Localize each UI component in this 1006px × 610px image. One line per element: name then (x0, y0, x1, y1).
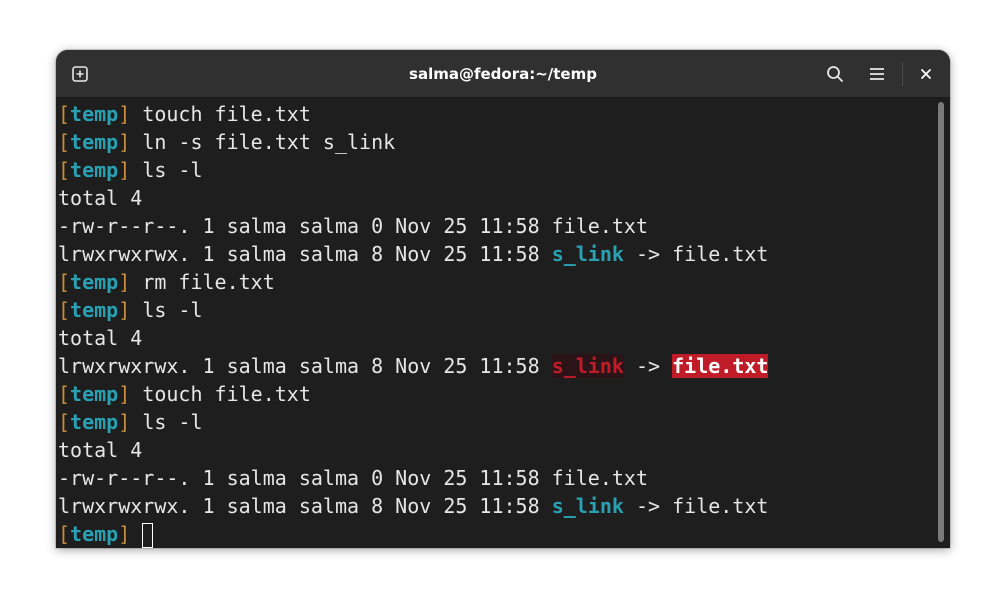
output-line: total 4 (58, 438, 143, 462)
prompt-bracket-close: ] (118, 298, 131, 322)
prompt-bracket-close: ] (118, 382, 131, 406)
prompt-directory: temp (70, 102, 119, 126)
prompt-line: [temp] touch file.txt (58, 380, 936, 408)
listing-prefix: lrwxrwxrwx. 1 salma salma 8 Nov 25 11:58 (58, 242, 552, 266)
prompt-bracket-open: [ (58, 522, 71, 546)
prompt-bracket-open: [ (58, 102, 71, 126)
output-line: lrwxrwxrwx. 1 salma salma 8 Nov 25 11:58… (58, 352, 936, 380)
close-icon (921, 69, 931, 79)
symlink-arrow: -> (623, 354, 673, 378)
prompt-bracket-open: [ (58, 158, 71, 182)
prompt-bracket-open: [ (58, 410, 71, 434)
missing-symlink-target: file.txt (672, 354, 769, 378)
prompt-bracket-open: [ (58, 130, 71, 154)
symlink-name: s_link (551, 242, 624, 266)
prompt-line: [temp] touch file.txt (58, 100, 936, 128)
output-line: lrwxrwxrwx. 1 salma salma 8 Nov 25 11:58… (58, 240, 936, 268)
symlink-arrow: -> (623, 494, 673, 518)
search-button[interactable] (823, 62, 847, 86)
command-text: ls -l (142, 298, 203, 322)
prompt-directory: temp (70, 382, 119, 406)
prompt-bracket-close: ] (118, 102, 131, 126)
search-icon (827, 66, 843, 82)
command-text: rm file.txt (142, 270, 275, 294)
symlink-arrow: -> (623, 242, 673, 266)
prompt-line: [temp] ls -l (58, 156, 936, 184)
text-cursor (142, 523, 154, 548)
prompt-bracket-close: ] (118, 270, 131, 294)
output-line: total 4 (58, 186, 143, 210)
command-text: touch file.txt (142, 102, 311, 126)
active-prompt-line[interactable]: [temp] (58, 520, 936, 548)
prompt-directory: temp (70, 522, 119, 546)
prompt-directory: temp (70, 410, 119, 434)
prompt-bracket-open: [ (58, 382, 71, 406)
prompt-bracket-close: ] (118, 410, 131, 434)
prompt-bracket-close: ] (118, 130, 131, 154)
prompt-bracket-open: [ (58, 270, 71, 294)
prompt-directory: temp (70, 130, 119, 154)
symlink-name: s_link (551, 494, 624, 518)
prompt-bracket-open: [ (58, 298, 71, 322)
terminal-window: salma@fedora:~/temp [temp] touch file.tx… (56, 50, 950, 548)
prompt-line: [temp] rm file.txt (58, 268, 936, 296)
output-line: total 4 (58, 326, 143, 350)
output-line: lrwxrwxrwx. 1 salma salma 8 Nov 25 11:58… (58, 492, 936, 520)
vertical-scrollbar[interactable] (938, 102, 944, 542)
hamburger-menu-icon (870, 68, 884, 80)
prompt-line: [temp] ls -l (58, 408, 936, 436)
menu-button[interactable] (865, 62, 889, 86)
title-bar: salma@fedora:~/temp (56, 50, 950, 98)
output-line: -rw-r--r--. 1 salma salma 0 Nov 25 11:58… (58, 466, 649, 490)
output-line: -rw-r--r--. 1 salma salma 0 Nov 25 11:58… (58, 214, 649, 238)
command-text: ls -l (142, 410, 203, 434)
close-button[interactable] (914, 62, 938, 86)
prompt-directory: temp (70, 270, 119, 294)
command-text: touch file.txt (142, 382, 311, 406)
prompt-line: [temp] ln -s file.txt s_link (58, 128, 936, 156)
new-tab-button[interactable] (68, 62, 92, 86)
header-separator (902, 62, 903, 86)
listing-prefix: lrwxrwxrwx. 1 salma salma 8 Nov 25 11:58 (58, 494, 552, 518)
listing-prefix: lrwxrwxrwx. 1 salma salma 8 Nov 25 11:58 (58, 354, 552, 378)
broken-symlink-name: s_link (551, 354, 624, 378)
terminal-output[interactable]: [temp] touch file.txt [temp] ln -s file.… (56, 98, 936, 548)
command-text: ln -s file.txt s_link (142, 130, 396, 154)
prompt-directory: temp (70, 298, 119, 322)
prompt-bracket-close: ] (118, 158, 131, 182)
symlink-target: file.txt (672, 242, 769, 266)
symlink-target: file.txt (672, 494, 769, 518)
prompt-bracket-close: ] (118, 522, 131, 546)
window-title: salma@fedora:~/temp (409, 65, 597, 83)
new-tab-icon (72, 66, 88, 82)
prompt-directory: temp (70, 158, 119, 182)
prompt-line: [temp] ls -l (58, 296, 936, 324)
command-text: ls -l (142, 158, 203, 182)
